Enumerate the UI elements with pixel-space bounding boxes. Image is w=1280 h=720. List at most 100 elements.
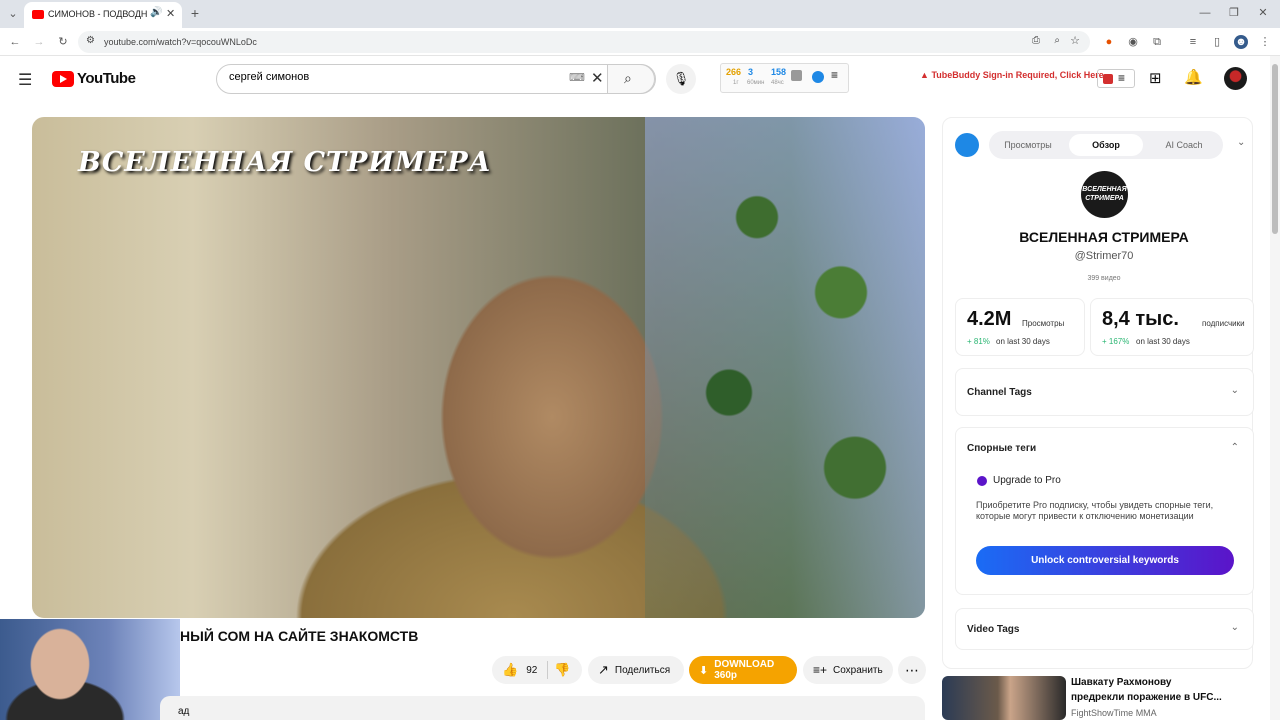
- bookmark-star-icon[interactable]: ☆: [1070, 34, 1080, 47]
- upgrade-description: Приобретите Pro подписку, чтобы увидеть …: [976, 500, 1214, 521]
- install-icon[interactable]: ⎙: [1032, 35, 1040, 46]
- chevron-down-icon: ⌄: [1230, 385, 1239, 396]
- download-button[interactable]: ⬇ DOWNLOAD 360p: [689, 656, 797, 684]
- tubebuddy-alert[interactable]: ▲ TubeBuddy Sign-in Required, Click Here: [920, 70, 1104, 80]
- like-button[interactable]: 👍 92: [502, 662, 537, 678]
- page-scrollbar[interactable]: [1270, 56, 1280, 720]
- notifications-bell-icon[interactable]: 🔔: [1184, 68, 1203, 86]
- close-window-icon[interactable]: ✕: [1256, 6, 1270, 20]
- extension-globe-icon[interactable]: ◉: [1126, 35, 1140, 49]
- video-tags-section[interactable]: Video Tags ⌄: [955, 608, 1254, 650]
- youtube-logo-text: YouTube: [77, 70, 136, 87]
- scrollbar-thumb[interactable]: [1272, 64, 1278, 234]
- recommended-video[interactable]: Шавкату Рахмонову предрекли поражение в …: [942, 676, 1262, 720]
- play-badge-icon[interactable]: [812, 71, 824, 83]
- keyboard-icon[interactable]: ⌨: [569, 71, 585, 84]
- user-avatar[interactable]: [1224, 67, 1247, 90]
- widget-menu-icon[interactable]: ≡: [831, 68, 838, 82]
- panel-collapse-icon[interactable]: ⌄: [1237, 137, 1245, 148]
- subscribers-value: 8,4 тыс.: [1102, 308, 1179, 330]
- download-label: DOWNLOAD 360p: [714, 659, 775, 681]
- youtube-play-icon: [52, 70, 74, 87]
- video-title: НЫЙ СОМ НА САЙТЕ ЗНАКОМСТВ: [180, 628, 419, 644]
- tab-ai-coach[interactable]: AI Coach: [1149, 134, 1219, 156]
- pro-badge-icon: [977, 476, 987, 486]
- stat-b-label: 60мин: [747, 80, 765, 86]
- share-button[interactable]: ↗ Поделиться: [588, 656, 684, 684]
- download-icon: ⬇: [699, 664, 709, 677]
- dislike-button[interactable]: 👎: [554, 662, 570, 678]
- search-input[interactable]: [229, 71, 559, 83]
- save-button[interactable]: ≡+ Сохранить: [803, 656, 893, 684]
- extensions-puzzle-icon[interactable]: ⧉: [1150, 35, 1164, 49]
- views-stat-card: 4.2M Просмотры + 81% on last 30 days: [955, 298, 1085, 356]
- channel-tags-title: Channel Tags: [967, 387, 1032, 398]
- panel-tabs: Просмотры Обзор AI Coach: [989, 131, 1223, 159]
- youtube-favicon-icon: [32, 10, 44, 19]
- stats-widget[interactable]: 266 1г 3 60мин 158 48чс ≡: [720, 63, 849, 93]
- controversial-tags-section: Спорные теги ⌃ Upgrade to Pro Приобретит…: [955, 427, 1254, 595]
- extension-flame-icon[interactable]: ●: [1102, 35, 1116, 49]
- minimize-icon[interactable]: —: [1198, 6, 1212, 20]
- thumbs-down-icon: 👎: [554, 662, 571, 677]
- views-period: on last 30 days: [996, 337, 1050, 346]
- restore-icon[interactable]: ❐: [1227, 6, 1241, 20]
- more-actions-button[interactable]: ⋯: [898, 656, 926, 684]
- views-value: 4.2M: [967, 308, 1012, 330]
- url-field[interactable]: ⚙ youtube.com/watch?v=qocouWNLoDc ⎙ ⌕ ☆: [78, 31, 1090, 53]
- tubebuddy-menu-button[interactable]: ≡: [1097, 69, 1135, 88]
- subscribers-label: подписчики: [1202, 319, 1245, 328]
- reload-icon[interactable]: ↻: [56, 35, 70, 49]
- back-icon[interactable]: ←: [8, 35, 22, 49]
- search-button[interactable]: ⌕: [607, 64, 655, 94]
- hamburger-menu-icon[interactable]: ☰: [18, 70, 32, 90]
- like-dislike-group: 👍 92 👎: [492, 656, 582, 684]
- tubebuddy-logo-icon: [1103, 74, 1113, 84]
- chevron-up-icon[interactable]: ⌃: [1231, 442, 1239, 453]
- video-player[interactable]: ВСЕЛЕННАЯ СТРИМЕРА: [32, 117, 925, 618]
- chrome-menu-icon[interactable]: ⋮: [1258, 35, 1272, 49]
- divider: [547, 661, 549, 679]
- recommended-thumbnail: [942, 676, 1066, 720]
- share-label: Поделиться: [614, 664, 671, 676]
- site-info-icon[interactable]: ⚙: [86, 35, 95, 46]
- thumbs-up-icon: 👍: [502, 662, 519, 677]
- channel-tags-section[interactable]: Channel Tags ⌄: [955, 368, 1254, 416]
- profile-icon[interactable]: ☻: [1234, 35, 1248, 49]
- tab-overview-label: Обзор: [1092, 140, 1120, 150]
- subscribers-period: on last 30 days: [1136, 337, 1190, 346]
- subscribers-stat-card: 8,4 тыс. подписчики + 167% on last 30 da…: [1090, 298, 1254, 356]
- zoom-icon[interactable]: ⌕: [1054, 35, 1060, 46]
- side-panel-icon[interactable]: ▯: [1210, 35, 1224, 49]
- voice-search-button[interactable]: 🎙: [666, 64, 696, 94]
- create-video-icon[interactable]: ⊞: [1149, 69, 1162, 87]
- unlock-controversial-button[interactable]: Unlock controversial keywords: [976, 546, 1234, 575]
- browser-tabstrip: ⌄ СИМОНОВ - ПОДВОДНЫЙ 🔊 ✕ + — ❐ ✕: [0, 0, 1280, 28]
- youtube-logo[interactable]: YouTube: [52, 70, 136, 87]
- add-to-playlist-icon: ≡+: [813, 663, 828, 677]
- close-tab-icon[interactable]: ✕: [166, 7, 175, 20]
- tab-search-icon[interactable]: ⌄: [6, 7, 20, 21]
- forward-icon[interactable]: →: [32, 35, 46, 49]
- channel-name[interactable]: ВСЕЛЕННАЯ СТРИМЕРА: [943, 229, 1265, 245]
- tab-views[interactable]: Просмотры: [993, 134, 1063, 156]
- channel-handle: @Strimer70: [1074, 250, 1134, 262]
- warning-icon: ▲: [920, 70, 929, 80]
- media-control-icon[interactable]: ≡: [1186, 35, 1200, 49]
- tab-overview[interactable]: Обзор: [1069, 134, 1143, 156]
- youtube-header: ☰ YouTube ⌨ ✕ ⌕ 🎙 266 1г 3 60мин 158 48ч…: [0, 56, 1270, 102]
- browser-tab[interactable]: СИМОНОВ - ПОДВОДНЫЙ 🔊 ✕: [24, 2, 182, 28]
- audio-icon[interactable]: 🔊: [150, 7, 162, 18]
- upgrade-title: Upgrade to Pro: [993, 475, 1061, 486]
- chart-icon[interactable]: [791, 70, 802, 81]
- stat-a-label: 1г: [733, 80, 739, 86]
- clear-search-icon[interactable]: ✕: [591, 69, 604, 87]
- views-growth: + 81%: [967, 337, 990, 346]
- save-label: Сохранить: [833, 664, 883, 676]
- stat-c-label: 48чс: [771, 80, 784, 86]
- new-tab-icon[interactable]: +: [188, 6, 202, 20]
- chevron-down-icon: ⌄: [1230, 622, 1239, 633]
- controversial-tags-title[interactable]: Спорные теги: [967, 443, 1036, 454]
- channel-avatar[interactable]: ВСЕЛЕННАЯ СТРИМЕРА: [1081, 171, 1128, 218]
- description-box[interactable]: ад: [160, 696, 925, 720]
